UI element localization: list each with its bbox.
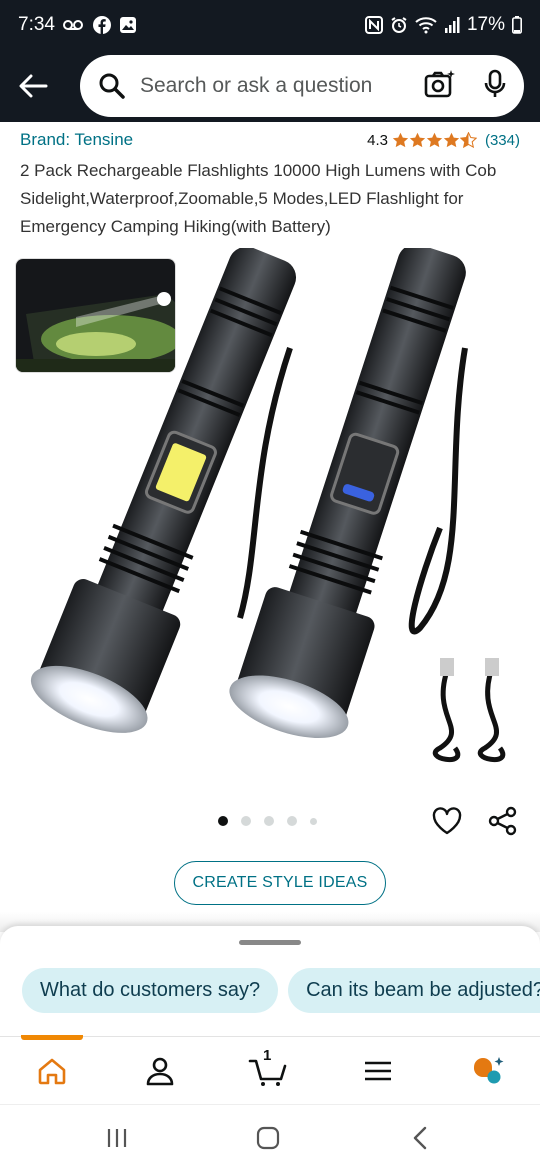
microphone-icon: [484, 69, 506, 97]
heart-icon: [432, 807, 462, 835]
share-icon: [488, 806, 517, 836]
wifi-icon: [415, 16, 437, 34]
carousel-dot[interactable]: [264, 816, 274, 826]
carousel-dot[interactable]: [287, 816, 297, 826]
suggestion-chips: What do customers say? Can its beam be a…: [22, 968, 540, 1013]
carousel-dots: [218, 816, 317, 826]
nav-cart[interactable]: 1: [248, 1047, 288, 1089]
status-time: 7:34: [18, 14, 55, 35]
search-bar[interactable]: [80, 55, 524, 117]
back-button[interactable]: [16, 69, 50, 103]
battery-icon: [512, 16, 522, 34]
sheet-drag-handle[interactable]: [239, 940, 301, 945]
carousel-dot-active[interactable]: [218, 816, 228, 826]
nfc-icon: [364, 16, 383, 34]
suggestion-chip[interactable]: Can its beam be adjusted?: [288, 968, 540, 1013]
carousel-dot[interactable]: [241, 816, 251, 826]
camera-sparkle-icon: [424, 69, 455, 97]
brand-link[interactable]: Brand: Tensine: [20, 130, 133, 150]
home-square-icon: [256, 1126, 280, 1150]
review-count[interactable]: (334): [485, 132, 520, 149]
active-tab-indicator: [21, 1035, 83, 1040]
create-style-ideas-button[interactable]: CREATE STYLE IDEAS: [174, 861, 386, 905]
status-right: 17%: [364, 14, 522, 36]
cart-count-badge: 1: [263, 1047, 272, 1064]
rufus-assistant-icon: [473, 1057, 504, 1084]
product-gallery[interactable]: [0, 248, 540, 788]
search-header: [0, 50, 540, 122]
search-input[interactable]: [140, 74, 402, 98]
voicemail-icon: [62, 17, 85, 33]
thumbnail-image[interactable]: [15, 258, 176, 373]
bottom-navigation: 1: [0, 1035, 540, 1104]
system-navigation-bar: [0, 1104, 540, 1170]
gallery-icon: [119, 16, 137, 34]
hamburger-menu-icon: [365, 1061, 391, 1081]
back-chevron-icon: [413, 1126, 427, 1150]
night-scene-thumbnail: [16, 259, 175, 372]
alarm-icon: [390, 16, 408, 34]
star-icon: [443, 132, 460, 148]
camera-search-button[interactable]: [424, 69, 456, 104]
brand-rating-row: Brand: Tensine 4.3 (334): [20, 130, 520, 150]
home-system-button[interactable]: [253, 1123, 283, 1153]
search-icon: [99, 73, 125, 99]
nav-rufus[interactable]: [468, 1053, 508, 1089]
battery-percent: 17%: [466, 14, 505, 35]
back-arrow-icon: [19, 74, 48, 98]
half-star-icon: [459, 132, 477, 148]
search-actions: [424, 69, 506, 104]
nav-account[interactable]: [140, 1053, 180, 1089]
person-icon: [146, 1057, 174, 1086]
rating-value: 4.3: [367, 131, 388, 149]
star-icon: [392, 132, 409, 148]
product-title: 2 Pack Rechargeable Flashlights 10000 Hi…: [20, 161, 497, 236]
status-left: 7:34: [18, 14, 137, 36]
suggestions-sheet: What do customers say? Can its beam be a…: [0, 926, 540, 1036]
status-bar: 7:34 17%: [0, 0, 540, 50]
share-button[interactable]: [486, 804, 520, 838]
star-icon: [426, 132, 443, 148]
facebook-icon: [92, 16, 111, 34]
star-icon: [409, 132, 426, 148]
back-system-button[interactable]: [405, 1123, 435, 1153]
recent-apps-icon: [107, 1129, 127, 1147]
recent-apps-button[interactable]: [102, 1123, 132, 1153]
signal-icon: [444, 17, 460, 33]
suggestion-chip[interactable]: What do customers say?: [22, 968, 279, 1013]
star-rating: [392, 132, 477, 148]
carousel-dot[interactable]: [310, 817, 317, 825]
rating-summary[interactable]: 4.3 (334): [367, 132, 520, 149]
home-icon: [38, 1058, 66, 1085]
wishlist-button[interactable]: [430, 804, 464, 838]
voice-search-button[interactable]: [484, 69, 506, 104]
nav-home[interactable]: [32, 1053, 72, 1089]
nav-menu[interactable]: [358, 1053, 398, 1089]
